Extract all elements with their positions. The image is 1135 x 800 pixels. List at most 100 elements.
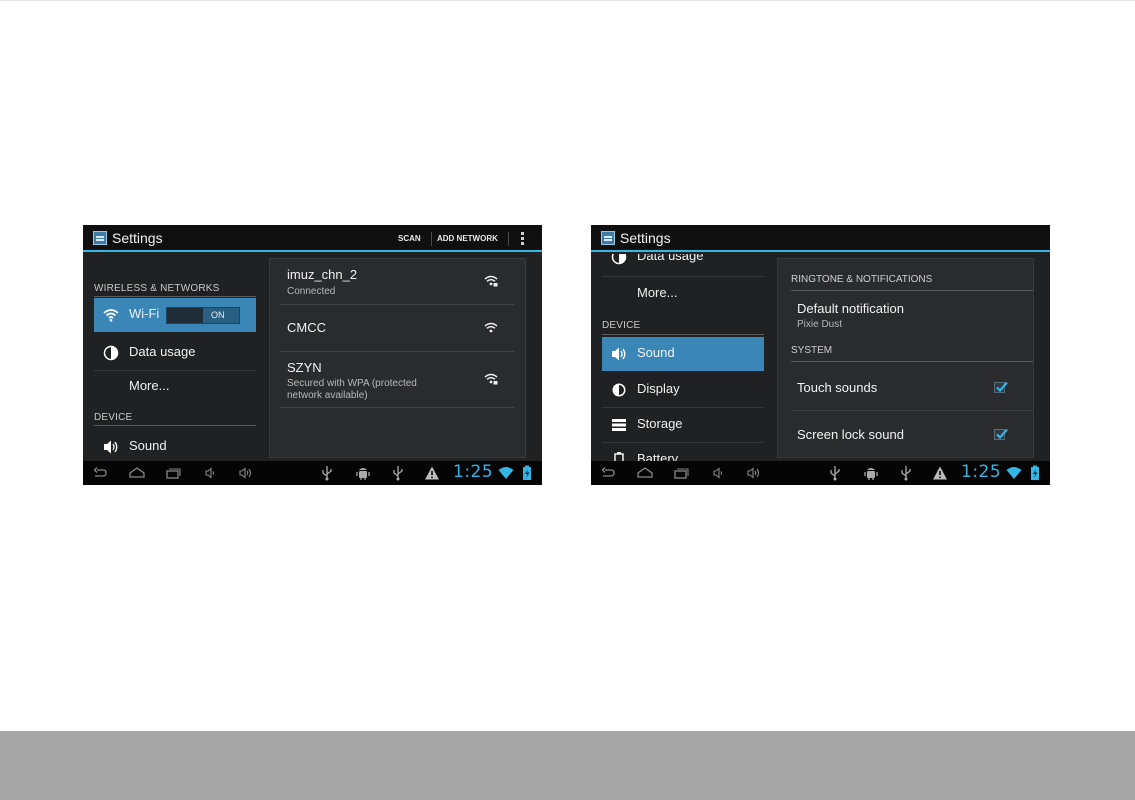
- sidebar-item-label: Data usage: [637, 254, 704, 263]
- default-notification-value: Pixie Dust: [797, 319, 843, 330]
- list-divider: [280, 407, 514, 408]
- section-header-system: SYSTEM: [791, 345, 833, 356]
- add-network-button[interactable]: ADD NETWORK: [437, 234, 498, 243]
- volume-up-icon[interactable]: [746, 465, 762, 481]
- network-item[interactable]: SZYN Secured with WPA (protected network…: [280, 352, 514, 407]
- network-name: SZYN: [287, 360, 322, 375]
- wifi-icon: [103, 309, 119, 322]
- header-divider: [791, 290, 1033, 291]
- screen-lock-sound-checkbox[interactable]: [994, 428, 1008, 440]
- volume-down-icon[interactable]: [203, 465, 219, 481]
- action-separator: [431, 232, 432, 246]
- android-debug-icon: [864, 468, 878, 480]
- sidebar-item-data-usage[interactable]: Data usage: [94, 336, 256, 370]
- wifi-signal-locked-icon: [484, 275, 498, 287]
- sound-settings-pane: RINGTONE & NOTIFICATIONS Default notific…: [777, 258, 1034, 458]
- home-icon[interactable]: [129, 465, 145, 481]
- network-item[interactable]: imuz_chn_2 Connected: [280, 259, 514, 303]
- toggle-state-label: ON: [211, 310, 225, 320]
- sidebar-item-battery[interactable]: Battery: [602, 443, 764, 461]
- sidebar-item-label: Sound: [637, 345, 675, 360]
- header-divider: [602, 334, 764, 335]
- wifi-network-list: imuz_chn_2 Connected CMCC SZYN Secured w…: [269, 258, 526, 458]
- status-clock: 1:25: [961, 462, 1002, 482]
- speaker-icon: [104, 440, 118, 454]
- wifi-toggle[interactable]: ON: [166, 307, 240, 324]
- sidebar-item-more[interactable]: More...: [602, 277, 764, 311]
- back-icon[interactable]: [92, 465, 108, 481]
- battery-charging-icon: [523, 465, 531, 480]
- sidebar-item-more[interactable]: More...: [94, 370, 256, 404]
- app-title: Settings: [620, 230, 671, 246]
- toggle-knob[interactable]: [167, 308, 203, 323]
- warning-icon: [425, 466, 439, 480]
- settings-categories-pane: Data usage More... DEVICE Sound Display: [591, 254, 775, 461]
- item-divider: [791, 410, 1033, 411]
- wifi-signal-locked-icon: [484, 373, 498, 385]
- sidebar-item-label: More...: [637, 285, 678, 300]
- system-nav-bar: 1:25: [591, 461, 1050, 485]
- sidebar-item-label: Wi-Fi: [129, 306, 159, 321]
- sidebar-item-wifi[interactable]: Wi-Fi ON: [94, 298, 256, 332]
- sidebar-item-label: Display: [637, 381, 680, 396]
- data-usage-icon: [103, 345, 119, 361]
- action-bar: Settings: [591, 225, 1050, 252]
- battery-icon: [614, 452, 624, 461]
- network-status: Secured with WPA (protected network avai…: [287, 378, 417, 401]
- wifi-signal-icon: [484, 322, 498, 333]
- volume-down-icon[interactable]: [711, 465, 727, 481]
- touch-sounds-checkbox[interactable]: [994, 381, 1008, 393]
- wifi-status-icon: [498, 467, 514, 479]
- network-item[interactable]: CMCC: [280, 305, 514, 351]
- settings-app-icon: [601, 231, 615, 245]
- usb-icon: [322, 466, 332, 481]
- section-header-ringtone: RINGTONE & NOTIFICATIONS: [791, 274, 933, 285]
- default-notification-title[interactable]: Default notification: [797, 301, 904, 316]
- recent-apps-icon[interactable]: [165, 465, 181, 481]
- wifi-status-icon: [1006, 467, 1022, 479]
- sidebar-item-label: Sound: [129, 438, 167, 453]
- back-icon[interactable]: [600, 465, 616, 481]
- sidebar-item-label: Battery: [637, 451, 679, 461]
- usb-icon: [830, 466, 840, 481]
- page-top-rule: [0, 0, 1135, 1]
- system-nav-bar: 1:25: [83, 461, 542, 485]
- screen-lock-sound-label: Screen lock sound: [797, 427, 904, 442]
- warning-icon: [933, 466, 947, 480]
- wifi-settings-screenshot: Settings SCAN ADD NETWORK WIRELESS & NET…: [83, 225, 542, 485]
- page-footer-band: [0, 731, 1135, 800]
- recent-apps-icon[interactable]: [673, 465, 689, 481]
- sidebar-item-label: Storage: [637, 416, 683, 431]
- scan-button[interactable]: SCAN: [398, 234, 421, 243]
- header-divider: [94, 425, 256, 426]
- header-divider: [94, 296, 256, 297]
- network-name: CMCC: [287, 320, 326, 335]
- network-status: Connected: [287, 286, 336, 297]
- app-title: Settings: [112, 230, 163, 246]
- android-debug-icon: [356, 468, 370, 480]
- data-usage-icon: [611, 254, 627, 265]
- overflow-menu-icon[interactable]: [521, 232, 524, 235]
- section-header-device: DEVICE: [602, 320, 641, 331]
- section-header-wireless: WIRELESS & NETWORKS: [94, 283, 220, 294]
- sound-settings-screenshot: Settings Data usage More... DEVICE Sound: [591, 225, 1050, 485]
- battery-charging-icon: [1031, 465, 1039, 480]
- usb-icon: [901, 466, 911, 481]
- sidebar-item-sound[interactable]: Sound: [602, 337, 764, 371]
- storage-icon: [612, 419, 626, 431]
- header-divider: [791, 361, 1033, 362]
- sidebar-item-label: Data usage: [129, 344, 196, 359]
- speaker-icon: [612, 347, 626, 361]
- settings-categories-pane: WIRELESS & NETWORKS Wi-Fi ON Data usage: [83, 254, 267, 461]
- sidebar-item-label: More...: [129, 378, 170, 393]
- volume-up-icon[interactable]: [238, 465, 254, 481]
- home-icon[interactable]: [637, 465, 653, 481]
- sidebar-item-sound[interactable]: Sound: [94, 430, 256, 461]
- sidebar-item-data-usage[interactable]: Data usage: [602, 254, 764, 274]
- settings-app-icon: [93, 231, 107, 245]
- sidebar-item-display[interactable]: Display: [602, 373, 764, 407]
- sidebar-item-storage[interactable]: Storage: [602, 408, 764, 442]
- brightness-icon: [612, 383, 626, 397]
- checkmark-icon: [996, 428, 1008, 440]
- section-header-device: DEVICE: [94, 412, 133, 423]
